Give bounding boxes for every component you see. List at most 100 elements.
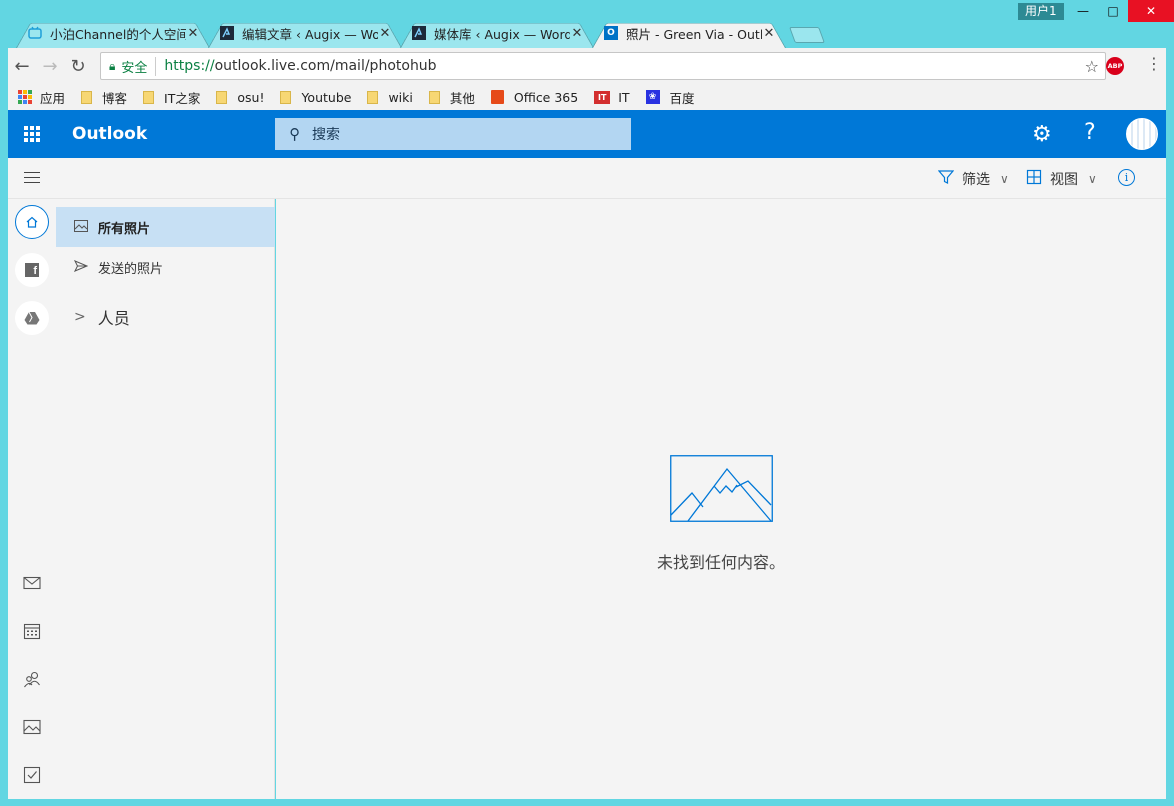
tab-strip: 小泊Channel的个人空间 ✕ 编辑文章 ‹ Augix — WordPres… xyxy=(16,18,822,48)
home-icon[interactable] xyxy=(15,205,49,239)
filter-label: 筛选 xyxy=(962,172,990,188)
view-button[interactable]: 视图 ∨ xyxy=(1026,169,1097,189)
folder-label: 人员 xyxy=(97,309,130,328)
bilibili-icon xyxy=(28,26,42,40)
hamburger-menu-icon[interactable] xyxy=(24,172,40,187)
new-tab-button[interactable] xyxy=(792,27,822,43)
tab-close-icon[interactable]: ✕ xyxy=(186,26,200,41)
forward-arrow-icon[interactable]: → xyxy=(36,52,64,80)
minimize-button[interactable]: — xyxy=(1068,0,1098,22)
url-path: outlook.live.com/mail/photohub xyxy=(214,58,437,74)
bookmark-apps[interactable]: 应用 xyxy=(18,88,65,107)
browser-window: 用户1 — □ ✕ 小泊Channel的个人空间 ✕ 编辑文章 ‹ Augix … xyxy=(0,0,1174,806)
facebook-icon[interactable]: f xyxy=(15,253,49,287)
mail-icon[interactable] xyxy=(20,571,44,595)
back-arrow-icon[interactable]: ← xyxy=(8,52,36,80)
browser-tab-active[interactable]: O 照片 - Green Via - Outlook ✕ xyxy=(592,18,786,48)
tab-close-icon[interactable]: ✕ xyxy=(378,26,392,41)
folder-icon xyxy=(216,90,228,104)
bookmark-baidu[interactable]: ❀ 百度 xyxy=(645,88,695,107)
bookmark-label: Youtube xyxy=(301,89,352,105)
people-icon[interactable] xyxy=(20,667,44,691)
ithome-icon: IT xyxy=(594,90,611,104)
command-bar: 筛选 ∨ 视图 ∨ i xyxy=(8,158,1166,199)
search-icon: ⚲ xyxy=(289,125,300,143)
bookmark-folder[interactable]: osu! xyxy=(216,90,264,105)
bookmark-label: 百度 xyxy=(669,90,695,106)
tab-title: 编辑文章 ‹ Augix — WordPress xyxy=(242,26,378,42)
tab-close-icon[interactable]: ✕ xyxy=(570,26,584,41)
tab-title: 媒体库 ‹ Augix — WordPress xyxy=(434,26,570,42)
folder-icon xyxy=(367,90,379,104)
search-box[interactable]: ⚲ 搜索 xyxy=(275,118,631,150)
tab-title: 小泊Channel的个人空间 xyxy=(50,26,186,42)
bookmark-label: wiki xyxy=(388,89,413,105)
folder-icon xyxy=(280,90,292,104)
folder-all-photos[interactable]: 所有照片 xyxy=(56,207,275,247)
bookmark-folder[interactable]: Youtube xyxy=(280,90,351,105)
bookmark-folder[interactable]: wiki xyxy=(367,89,413,105)
baidu-paw-icon: ❀ xyxy=(645,90,660,104)
search-placeholder: 搜索 xyxy=(312,127,340,143)
help-icon[interactable]: ? xyxy=(1084,120,1096,145)
lock-icon: 🔒︎ xyxy=(109,58,116,73)
image-icon xyxy=(74,219,90,235)
folder-icon xyxy=(428,90,440,104)
bookmark-it[interactable]: IT IT xyxy=(594,89,630,105)
secure-label: 安全 xyxy=(121,56,157,76)
browser-tab[interactable]: 小泊Channel的个人空间 ✕ xyxy=(16,18,210,48)
bookmark-label: 博客 xyxy=(102,90,128,106)
app-title[interactable]: Outlook xyxy=(72,124,147,144)
folder-label: 所有照片 xyxy=(98,221,151,237)
photo-list-area: 未找到任何内容。 xyxy=(276,199,1166,799)
send-icon xyxy=(73,259,90,275)
view-label: 视图 xyxy=(1050,172,1078,188)
maximize-button[interactable]: □ xyxy=(1098,0,1128,22)
folder-label: 发送的照片 xyxy=(98,261,164,277)
bookmark-folder[interactable]: IT之家 xyxy=(143,88,200,107)
adblock-icon[interactable]: ABP xyxy=(1106,57,1124,75)
window-controls: — □ ✕ xyxy=(1068,0,1174,22)
app-rail: f xyxy=(8,199,56,799)
empty-state-message: 未找到任何内容。 xyxy=(656,553,785,572)
bookmark-office365[interactable]: Office 365 xyxy=(490,90,578,105)
bookmark-label: 其他 xyxy=(449,90,475,106)
tasks-icon[interactable] xyxy=(20,763,44,787)
bookmark-star-icon[interactable]: ☆ xyxy=(1085,57,1099,76)
reload-icon[interactable]: ↻ xyxy=(64,52,92,80)
filter-icon xyxy=(937,169,955,189)
empty-mountains-icon xyxy=(670,455,773,522)
photos-icon[interactable] xyxy=(20,715,44,739)
tab-title: 照片 - Green Via - Outlook xyxy=(626,26,762,42)
user-profile-badge[interactable]: 用户1 xyxy=(1018,3,1064,20)
avatar[interactable] xyxy=(1126,118,1158,150)
chevron-down-icon: ∨ xyxy=(1000,172,1009,186)
folder-people[interactable]: > 人员 xyxy=(74,305,130,329)
bookmark-label: IT xyxy=(618,89,630,105)
folder-icon xyxy=(143,90,155,104)
chevron-down-icon: ∨ xyxy=(1088,172,1097,186)
browser-tab[interactable]: 编辑文章 ‹ Augix — WordPress ✕ xyxy=(208,18,402,48)
google-drive-icon[interactable] xyxy=(15,301,49,335)
calendar-icon[interactable] xyxy=(20,619,44,643)
bookmarks-bar: 应用 博客 IT之家 osu! Youtube wiki 其他 Office 3… xyxy=(8,84,1166,110)
tab-close-icon[interactable]: ✕ xyxy=(762,26,776,41)
office-icon xyxy=(490,90,504,104)
bookmark-folder[interactable]: 其他 xyxy=(428,88,475,107)
browser-menu-icon[interactable]: ⋮ xyxy=(1146,54,1162,73)
gear-icon[interactable]: ⚙ xyxy=(1032,122,1052,147)
url-scheme: https:// xyxy=(164,58,215,74)
augix-icon xyxy=(220,26,234,40)
app-launcher-icon[interactable] xyxy=(24,126,40,142)
grid-view-icon xyxy=(1026,169,1042,189)
close-window-button[interactable]: ✕ xyxy=(1128,0,1174,22)
bookmark-folder[interactable]: 博客 xyxy=(81,88,127,107)
browser-toolbar: ← → ↻ 🔒︎ 安全 https:// outlook.live.com/ma… xyxy=(8,48,1166,110)
info-icon[interactable]: i xyxy=(1118,169,1135,186)
browser-tab[interactable]: 媒体库 ‹ Augix — WordPress ✕ xyxy=(400,18,594,48)
folder-sent-photos[interactable]: 发送的照片 xyxy=(56,247,275,287)
bookmark-label: IT之家 xyxy=(164,90,201,106)
address-bar[interactable]: 🔒︎ 安全 https:// outlook.live.com/mail/pho… xyxy=(100,52,1106,80)
filter-button[interactable]: 筛选 ∨ xyxy=(937,169,1009,189)
bookmark-label: 应用 xyxy=(40,90,66,106)
